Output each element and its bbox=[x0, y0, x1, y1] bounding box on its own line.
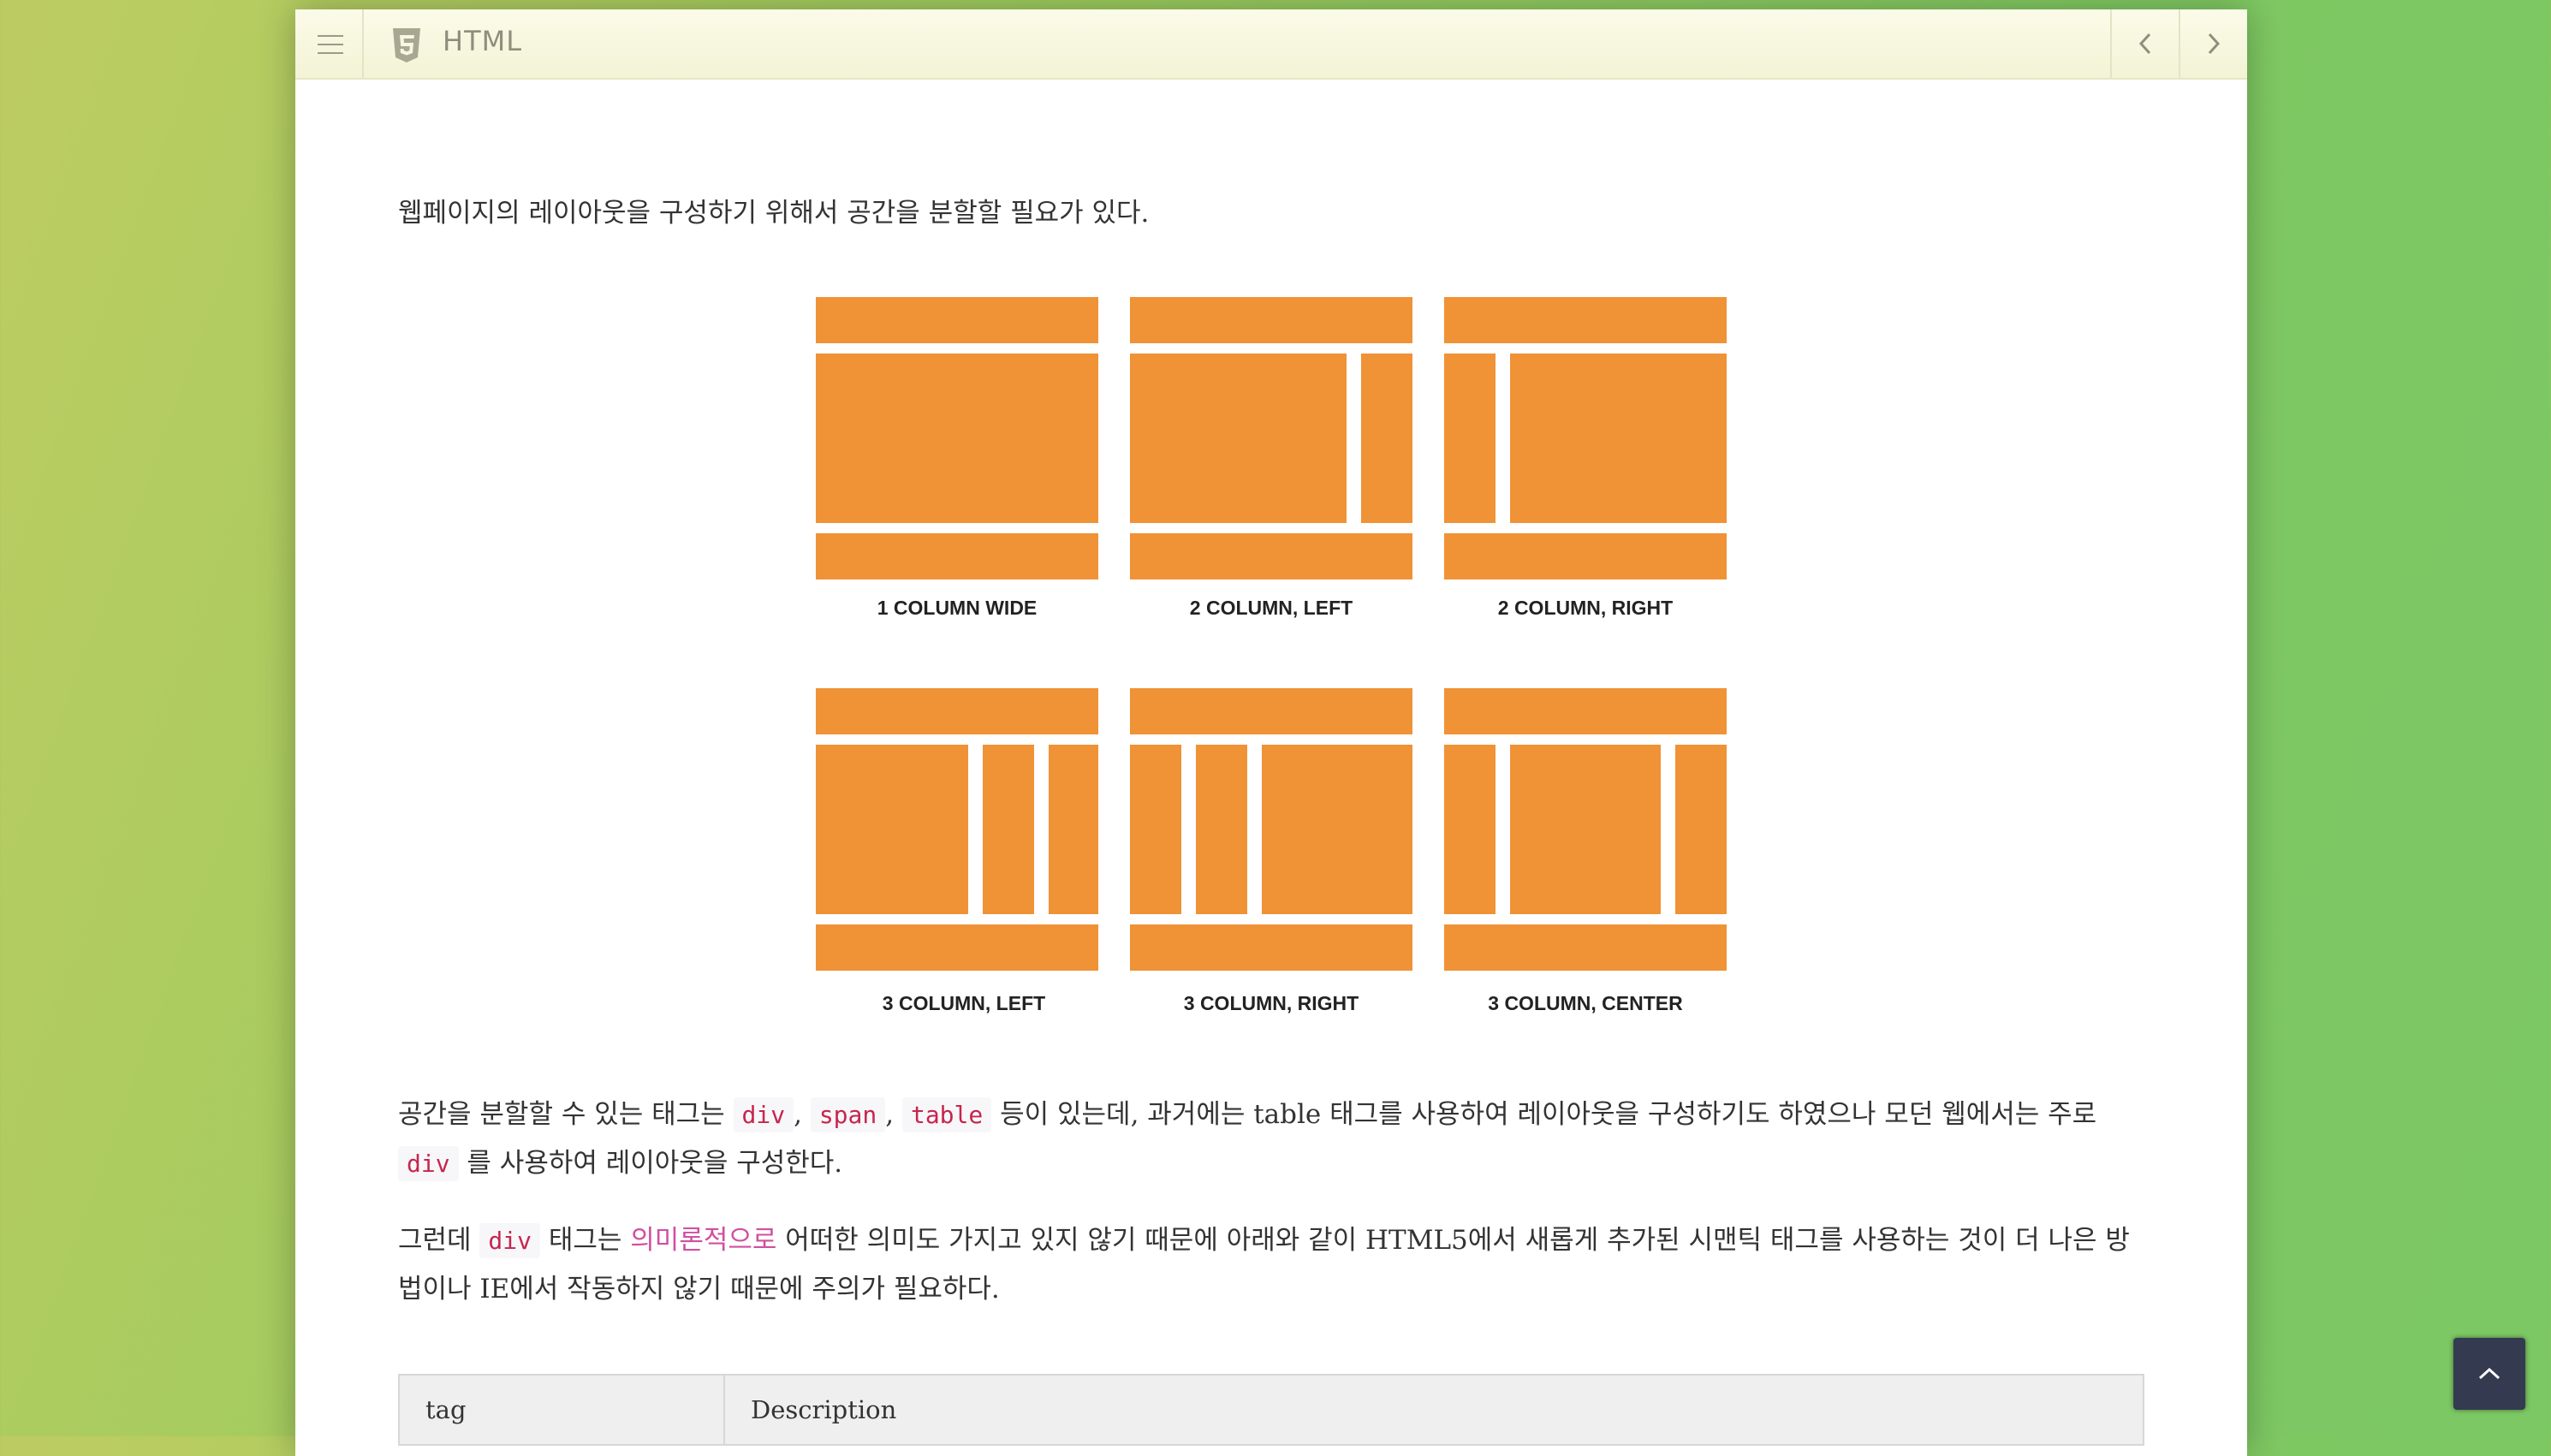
semantic-link[interactable]: 의미론적으로 bbox=[630, 1225, 776, 1256]
layout-3-column-left bbox=[816, 688, 1098, 971]
layout-label-1-column-wide: 1 COLUMN WIDE bbox=[877, 597, 1038, 619]
table-header-description: Description bbox=[751, 1395, 897, 1424]
prev-page-button[interactable] bbox=[2110, 9, 2179, 78]
layout-label-2-column-left: 2 COLUMN, LEFT bbox=[1189, 597, 1353, 619]
menu-button[interactable] bbox=[295, 9, 364, 78]
chevron-left-icon bbox=[2138, 33, 2151, 55]
paragraph-div-span-table: 공간을 분할할 수 있는 태그는 div, span, table 등이 있는데… bbox=[398, 1091, 2144, 1188]
layout-3-column-right bbox=[1130, 688, 1412, 971]
layout-3-column-center bbox=[1444, 688, 1727, 971]
layout-2-column-right bbox=[1444, 297, 1727, 579]
layout-label-2-column-right: 2 COLUMN, RIGHT bbox=[1497, 597, 1674, 619]
page: HTML 웹페이지의 레이아웃을 구성하기 위해서 공간을 분할할 필요가 있다… bbox=[295, 9, 2247, 1456]
code-div: div bbox=[398, 1146, 459, 1181]
code-div: div bbox=[733, 1097, 794, 1132]
chevron-up-icon bbox=[2478, 1367, 2500, 1380]
code-span: span bbox=[810, 1097, 886, 1132]
next-page-button[interactable] bbox=[2179, 9, 2247, 78]
html5-icon bbox=[393, 28, 420, 62]
table-header-tag: tag bbox=[400, 1376, 725, 1444]
layout-label-3-column-left: 3 COLUMN, LEFT bbox=[882, 992, 1046, 1014]
topbar-title: HTML bbox=[443, 25, 523, 57]
layout-1-column-wide bbox=[816, 297, 1098, 579]
topbar: HTML bbox=[295, 9, 2247, 80]
layout-2-column-left bbox=[1130, 297, 1412, 579]
code-table: table bbox=[901, 1097, 992, 1132]
chevron-right-icon bbox=[2208, 33, 2221, 55]
paragraph-semantic-tags: 그런데 div 태그는 의미론적으로 어떠한 의미도 가지고 있지 않기 때문에… bbox=[398, 1223, 2130, 1304]
back-to-top-button[interactable] bbox=[2453, 1338, 2525, 1410]
layout-label-3-column-right: 3 COLUMN, RIGHT bbox=[1183, 992, 1359, 1014]
code-div: div bbox=[479, 1223, 540, 1258]
layout-label-3-column-center: 3 COLUMN, CENTER bbox=[1488, 992, 1683, 1014]
tag-table-header: tag Description bbox=[398, 1374, 2144, 1446]
menu-icon bbox=[318, 35, 343, 37]
layout-diagram bbox=[816, 297, 1727, 971]
